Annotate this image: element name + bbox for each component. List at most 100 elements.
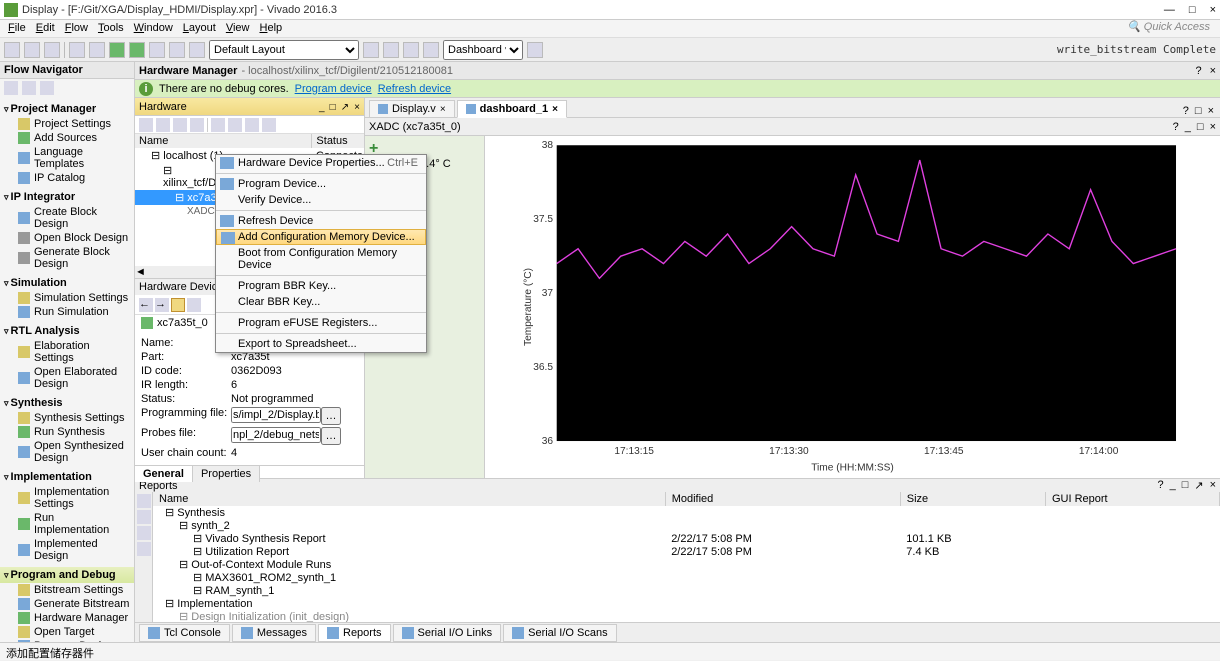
fwd-icon[interactable]: → bbox=[155, 298, 169, 312]
panel-undock-icon[interactable]: ↗ bbox=[341, 102, 349, 113]
r-icon[interactable] bbox=[137, 542, 151, 556]
report-row[interactable]: ⊟ MAX3601_ROM2_synth_1 bbox=[153, 571, 665, 584]
report-row[interactable]: ⊟ Implementation bbox=[153, 597, 665, 610]
menu-edit[interactable]: Edit bbox=[32, 20, 59, 37]
hw-tb-icon[interactable] bbox=[139, 118, 153, 132]
nav-item[interactable]: Program Device bbox=[0, 639, 134, 642]
report-row[interactable]: ⊟ Out-of-Context Module Runs bbox=[153, 558, 665, 571]
nav-item[interactable]: Open Synthesized Design bbox=[0, 439, 134, 465]
context-menu-item[interactable]: Add Configuration Memory Device... bbox=[216, 229, 426, 245]
panel-max-icon[interactable]: □ bbox=[330, 102, 336, 113]
context-menu-item[interactable]: Program eFUSE Registers... bbox=[216, 315, 426, 331]
nav-item[interactable]: Implementation Settings bbox=[0, 485, 134, 511]
context-menu-item[interactable]: Verify Device... bbox=[216, 192, 426, 208]
close-icon[interactable]: × bbox=[1210, 121, 1216, 133]
hw-tb-end-icon[interactable] bbox=[245, 118, 259, 132]
nav-item[interactable]: Open Elaborated Design bbox=[0, 365, 134, 391]
props-tab-icon[interactable] bbox=[171, 298, 185, 312]
nav-section-program-and-debug[interactable]: Program and Debug bbox=[0, 567, 134, 583]
tb-run-icon[interactable] bbox=[109, 42, 125, 58]
nav-settings-icon[interactable] bbox=[40, 81, 54, 95]
tab-close-icon[interactable]: × bbox=[552, 104, 558, 115]
nav-item[interactable]: Run Simulation bbox=[0, 305, 134, 319]
nav-item[interactable]: Run Synthesis bbox=[0, 425, 134, 439]
props-tab-properties[interactable]: Properties bbox=[193, 466, 260, 482]
bottom-tab-serial-i/o-scans[interactable]: Serial I/O Scans bbox=[503, 624, 616, 642]
menu-window[interactable]: Window bbox=[130, 20, 177, 37]
props-tab-general[interactable]: General bbox=[135, 466, 193, 482]
editor-tab[interactable]: Display.v× bbox=[369, 100, 455, 117]
report-row[interactable]: ⊟ synth_2 bbox=[153, 519, 665, 532]
hw-tb-icon[interactable] bbox=[156, 118, 170, 132]
nav-item[interactable]: Language Templates bbox=[0, 145, 134, 171]
bottom-tab-tcl-console[interactable]: Tcl Console bbox=[139, 624, 230, 642]
layout-select[interactable]: Default Layout bbox=[209, 40, 359, 60]
editor-tab[interactable]: dashboard_1× bbox=[457, 100, 567, 118]
menu-view[interactable]: View bbox=[222, 20, 254, 37]
tb-clock-icon[interactable] bbox=[189, 42, 205, 58]
r-icon[interactable] bbox=[137, 526, 151, 540]
quick-access[interactable]: 🔍 Quick Access bbox=[1127, 20, 1220, 37]
bottom-tab-messages[interactable]: Messages bbox=[232, 624, 316, 642]
nav-item[interactable]: IP Catalog bbox=[0, 171, 134, 185]
tb-sigma-icon[interactable] bbox=[169, 42, 185, 58]
close-btn[interactable]: × bbox=[1210, 4, 1216, 16]
context-menu-item[interactable]: Boot from Configuration Memory Device bbox=[216, 245, 426, 273]
max-icon[interactable]: □ bbox=[1195, 105, 1202, 117]
nav-item[interactable]: Create Block Design bbox=[0, 205, 134, 231]
hw-tb-icon[interactable] bbox=[173, 118, 187, 132]
tb-plus-icon[interactable] bbox=[527, 42, 543, 58]
hw-tb-next-icon[interactable] bbox=[228, 118, 242, 132]
context-menu-item[interactable]: Program BBR Key... bbox=[216, 278, 426, 294]
tb-x-icon[interactable] bbox=[383, 42, 399, 58]
nav-item[interactable]: Run Implementation bbox=[0, 511, 134, 537]
bottom-tab-serial-i/o-links[interactable]: Serial I/O Links bbox=[393, 624, 502, 642]
hw-tb-rec-icon[interactable] bbox=[262, 118, 276, 132]
xadc-chart[interactable]: 3636.53737.53817:13:1517:13:3017:13:4517… bbox=[485, 136, 1220, 478]
minimize-btn[interactable]: — bbox=[1164, 4, 1175, 16]
tb-refresh-icon[interactable] bbox=[363, 42, 379, 58]
nav-section-implementation[interactable]: Implementation bbox=[0, 469, 134, 485]
report-row[interactable]: ⊟ Utilization Report bbox=[153, 545, 665, 558]
nav-item[interactable]: Open Block Design bbox=[0, 231, 134, 245]
refresh-device-link[interactable]: Refresh device bbox=[378, 83, 451, 95]
nav-section-ip-integrator[interactable]: IP Integrator bbox=[0, 189, 134, 205]
nav-item[interactable]: Project Settings bbox=[0, 117, 134, 131]
r-icon[interactable] bbox=[137, 494, 151, 508]
context-menu-item[interactable]: Export to Spreadsheet... bbox=[216, 336, 426, 352]
report-row[interactable]: ⊟ Synthesis bbox=[153, 506, 665, 519]
props-input[interactable] bbox=[231, 407, 321, 423]
tb-open-icon[interactable] bbox=[24, 42, 40, 58]
help-icon[interactable]: ? bbox=[1195, 65, 1201, 77]
menu-flow[interactable]: Flow bbox=[61, 20, 92, 37]
nav-item[interactable]: Generate Bitstream bbox=[0, 597, 134, 611]
tab-close-icon[interactable]: × bbox=[440, 104, 446, 115]
nav-item[interactable]: Synthesis Settings bbox=[0, 411, 134, 425]
help-icon[interactable]: ? bbox=[1183, 105, 1189, 117]
props-tab2-icon[interactable] bbox=[187, 298, 201, 312]
panel-close-icon[interactable]: × bbox=[354, 102, 360, 113]
context-menu-item[interactable]: Program Device... bbox=[216, 176, 426, 192]
nav-item[interactable]: Implemented Design bbox=[0, 537, 134, 563]
nav-item[interactable]: Simulation Settings bbox=[0, 291, 134, 305]
nav-item[interactable]: Bitstream Settings bbox=[0, 583, 134, 597]
hw-tb-icon[interactable] bbox=[190, 118, 204, 132]
close-panel-icon[interactable]: × bbox=[1210, 65, 1216, 77]
nav-item[interactable]: Open Target bbox=[0, 625, 134, 639]
tb-run2-icon[interactable] bbox=[129, 42, 145, 58]
context-menu-item[interactable]: Hardware Device Properties...Ctrl+E bbox=[216, 155, 426, 171]
panel-min-icon[interactable]: _ bbox=[319, 102, 325, 113]
context-menu-item[interactable]: Refresh Device bbox=[216, 213, 426, 229]
help-icon[interactable]: ? bbox=[1173, 121, 1179, 133]
report-row[interactable]: ⊟ RAM_synth_1 bbox=[153, 584, 665, 597]
report-row[interactable]: ⊟ Vivado Synthesis Report bbox=[153, 532, 665, 545]
max-icon[interactable]: □ bbox=[1197, 121, 1204, 133]
bottom-tab-reports[interactable]: Reports bbox=[318, 624, 391, 642]
nav-item[interactable]: Generate Block Design bbox=[0, 245, 134, 271]
nav-collapse-icon[interactable] bbox=[4, 81, 18, 95]
tb-p-icon[interactable] bbox=[423, 42, 439, 58]
nav-item[interactable]: Add Sources bbox=[0, 131, 134, 145]
r-icon[interactable] bbox=[137, 510, 151, 524]
tb-redo-icon[interactable] bbox=[89, 42, 105, 58]
tb-new-icon[interactable] bbox=[4, 42, 20, 58]
